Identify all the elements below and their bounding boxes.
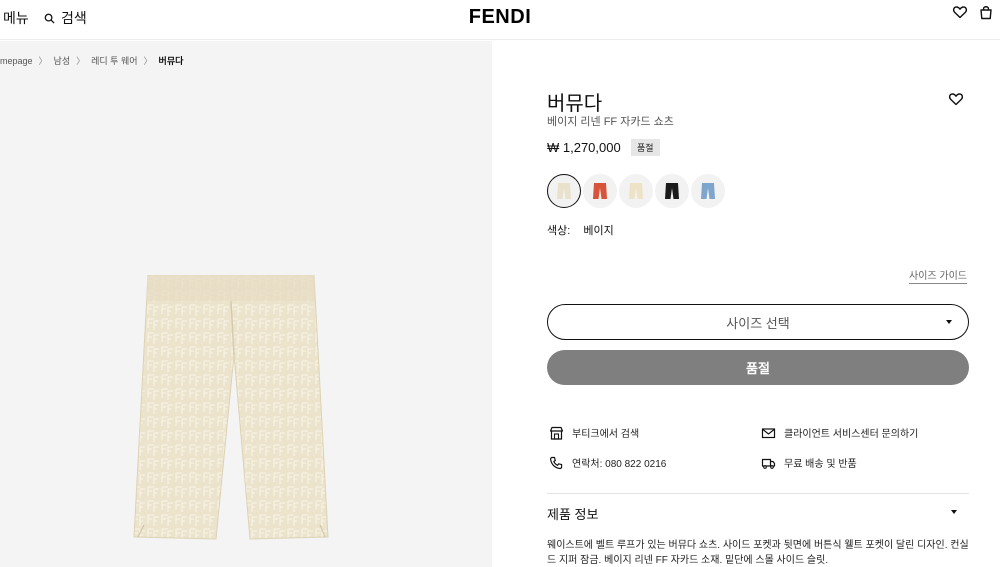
size-guide-link[interactable]: 사이즈 가이드 <box>909 267 967 284</box>
size-select-label: 사이즈 선택 <box>726 315 790 331</box>
breadcrumb-ready-to-wear[interactable]: 레디 투 웨어 <box>91 54 137 67</box>
product-price: ₩ 1,270,000 <box>547 140 621 155</box>
contact-phone-link[interactable]: 연락처: 080 822 0216 <box>549 455 666 470</box>
selected-color: 색상: 베이지 <box>547 222 614 238</box>
shipping-returns-label: 무료 배송 및 반품 <box>784 459 857 470</box>
shorts-thumbnail <box>629 183 643 199</box>
top-header: 메뉴 검색 FENDI <box>0 0 1000 40</box>
breadcrumb: mepage 〉 남성 〉 레디 투 웨어 〉 버뮤다 <box>0 54 183 67</box>
shopping-bag-icon[interactable] <box>978 4 994 20</box>
find-in-boutique-link[interactable]: 부티크에서 검색 <box>549 425 639 440</box>
client-service-label: 클라이언트 서비스센터 문의하기 <box>784 429 919 440</box>
truck-icon <box>761 458 776 469</box>
shorts-thumbnail <box>701 183 715 199</box>
swatch-orange[interactable] <box>583 174 617 208</box>
store-icon <box>549 426 564 440</box>
client-service-link[interactable]: 클라이언트 서비스센터 문의하기 <box>761 425 918 440</box>
heart-icon[interactable] <box>952 4 968 20</box>
swatch-beige[interactable] <box>547 174 581 208</box>
chevron-right-icon: 〉 <box>76 56 86 66</box>
product-info-toggle[interactable]: 제품 정보 <box>547 504 969 523</box>
shipping-returns-link[interactable]: 무료 배송 및 반품 <box>761 455 857 470</box>
product-image[interactable] <box>132 275 332 567</box>
color-value: 베이지 <box>583 225 614 237</box>
product-description: 웨이스트에 벨트 루프가 있는 버뮤다 쇼츠. 사이드 포켓과 뒷면에 버튼식 … <box>547 540 969 566</box>
product-image-panel: mepage 〉 남성 〉 레디 투 웨어 〉 버뮤다 <box>0 41 492 567</box>
divider <box>547 493 969 494</box>
mail-icon <box>761 427 776 438</box>
find-in-boutique-label: 부티크에서 검색 <box>572 429 640 440</box>
breadcrumb-men[interactable]: 남성 <box>54 54 71 67</box>
swatch-black[interactable] <box>655 174 689 208</box>
product-subtitle: 베이지 리넨 FF 자카드 쇼츠 <box>547 116 674 128</box>
status-badge: 품절 <box>631 139 660 156</box>
phone-icon <box>549 456 563 469</box>
product-title: 버뮤다 <box>547 91 603 115</box>
chevron-right-icon: 〉 <box>38 56 48 66</box>
product-info-heading: 제품 정보 <box>547 507 599 522</box>
swatch-denim[interactable] <box>691 174 725 208</box>
breadcrumb-current: 버뮤다 <box>158 56 184 66</box>
sold-out-button[interactable]: 품절 <box>547 350 969 385</box>
shorts-thumbnail <box>665 183 679 199</box>
chevron-right-icon: 〉 <box>143 56 153 66</box>
heart-icon[interactable] <box>948 91 964 107</box>
brand-logo[interactable]: FENDI <box>0 6 1000 29</box>
swatch-cream[interactable] <box>619 174 653 208</box>
chevron-down-icon <box>946 320 952 324</box>
size-select-dropdown[interactable]: 사이즈 선택 <box>547 304 969 340</box>
header-actions <box>952 4 994 20</box>
product-details: 버뮤다 베이지 리넨 FF 자카드 쇼츠 ₩ 1,270,000 품절 색상: … <box>492 41 1000 567</box>
breadcrumb-home[interactable]: mepage <box>0 56 33 66</box>
shorts-thumbnail <box>593 183 607 199</box>
contact-phone-label: 연락처: 080 822 0216 <box>572 459 667 470</box>
chevron-down-icon <box>951 510 957 514</box>
color-label: 색상: <box>547 225 571 237</box>
color-swatches <box>547 174 725 208</box>
shorts-thumbnail <box>557 183 571 199</box>
